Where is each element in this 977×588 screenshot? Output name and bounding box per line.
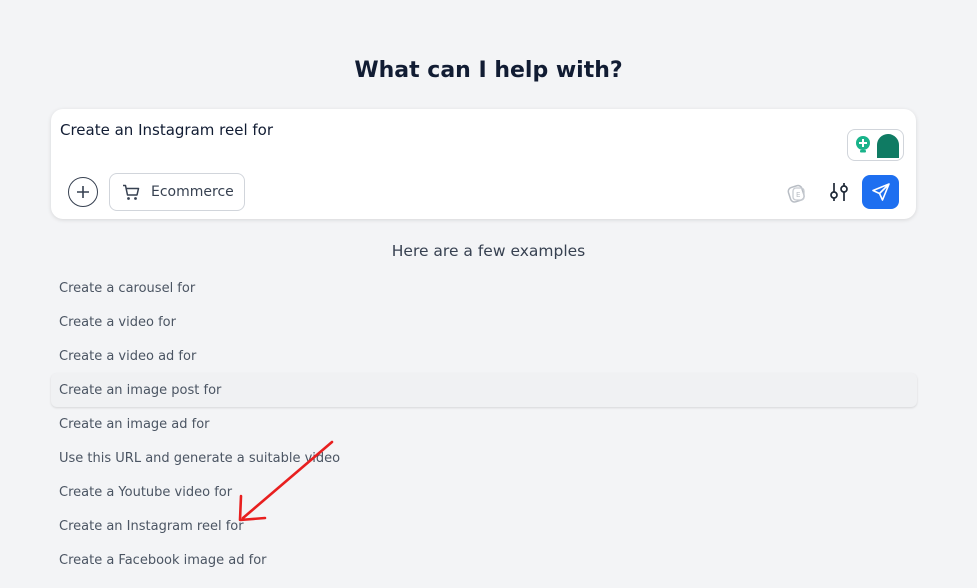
plus-icon (77, 186, 89, 198)
cart-icon (123, 184, 140, 200)
attachment-tool-icon[interactable]: E (786, 182, 808, 204)
example-item[interactable]: Create an Instagram reel for (51, 509, 917, 543)
example-item[interactable]: Create an image ad for (51, 407, 917, 441)
send-button[interactable] (862, 175, 899, 209)
svg-text:E: E (796, 191, 800, 199)
example-item[interactable]: Create a carousel for (51, 271, 917, 305)
example-item[interactable]: Create a Facebook image ad for (51, 543, 917, 577)
send-icon (871, 183, 890, 201)
example-item[interactable]: Create a video ad for (51, 339, 917, 373)
add-button[interactable] (68, 177, 98, 207)
example-item[interactable]: Create a Youtube video for (51, 475, 917, 509)
example-item[interactable]: Use this URL and generate a suitable vid… (51, 441, 917, 475)
examples-heading: Here are a few examples (391, 242, 586, 260)
example-list: Create a carousel for Create a video for… (51, 271, 917, 577)
prompt-composer: Create an Instagram reel for Ecommerce E (51, 109, 916, 219)
prompt-input[interactable]: Create an Instagram reel for (60, 121, 273, 139)
page: What can I help with? Create an Instagra… (0, 0, 977, 588)
example-item[interactable]: Create a video for (51, 305, 917, 339)
assistant-avatar-icon (877, 134, 899, 158)
lightbulb-icon (856, 136, 870, 153)
page-title: What can I help with? (354, 58, 623, 83)
ecommerce-chip[interactable]: Ecommerce (109, 173, 245, 211)
assistant-badge[interactable] (847, 129, 904, 161)
chip-label: Ecommerce (151, 184, 234, 200)
settings-sliders-icon[interactable] (828, 181, 850, 203)
example-item[interactable]: Create an image post for (51, 373, 917, 407)
